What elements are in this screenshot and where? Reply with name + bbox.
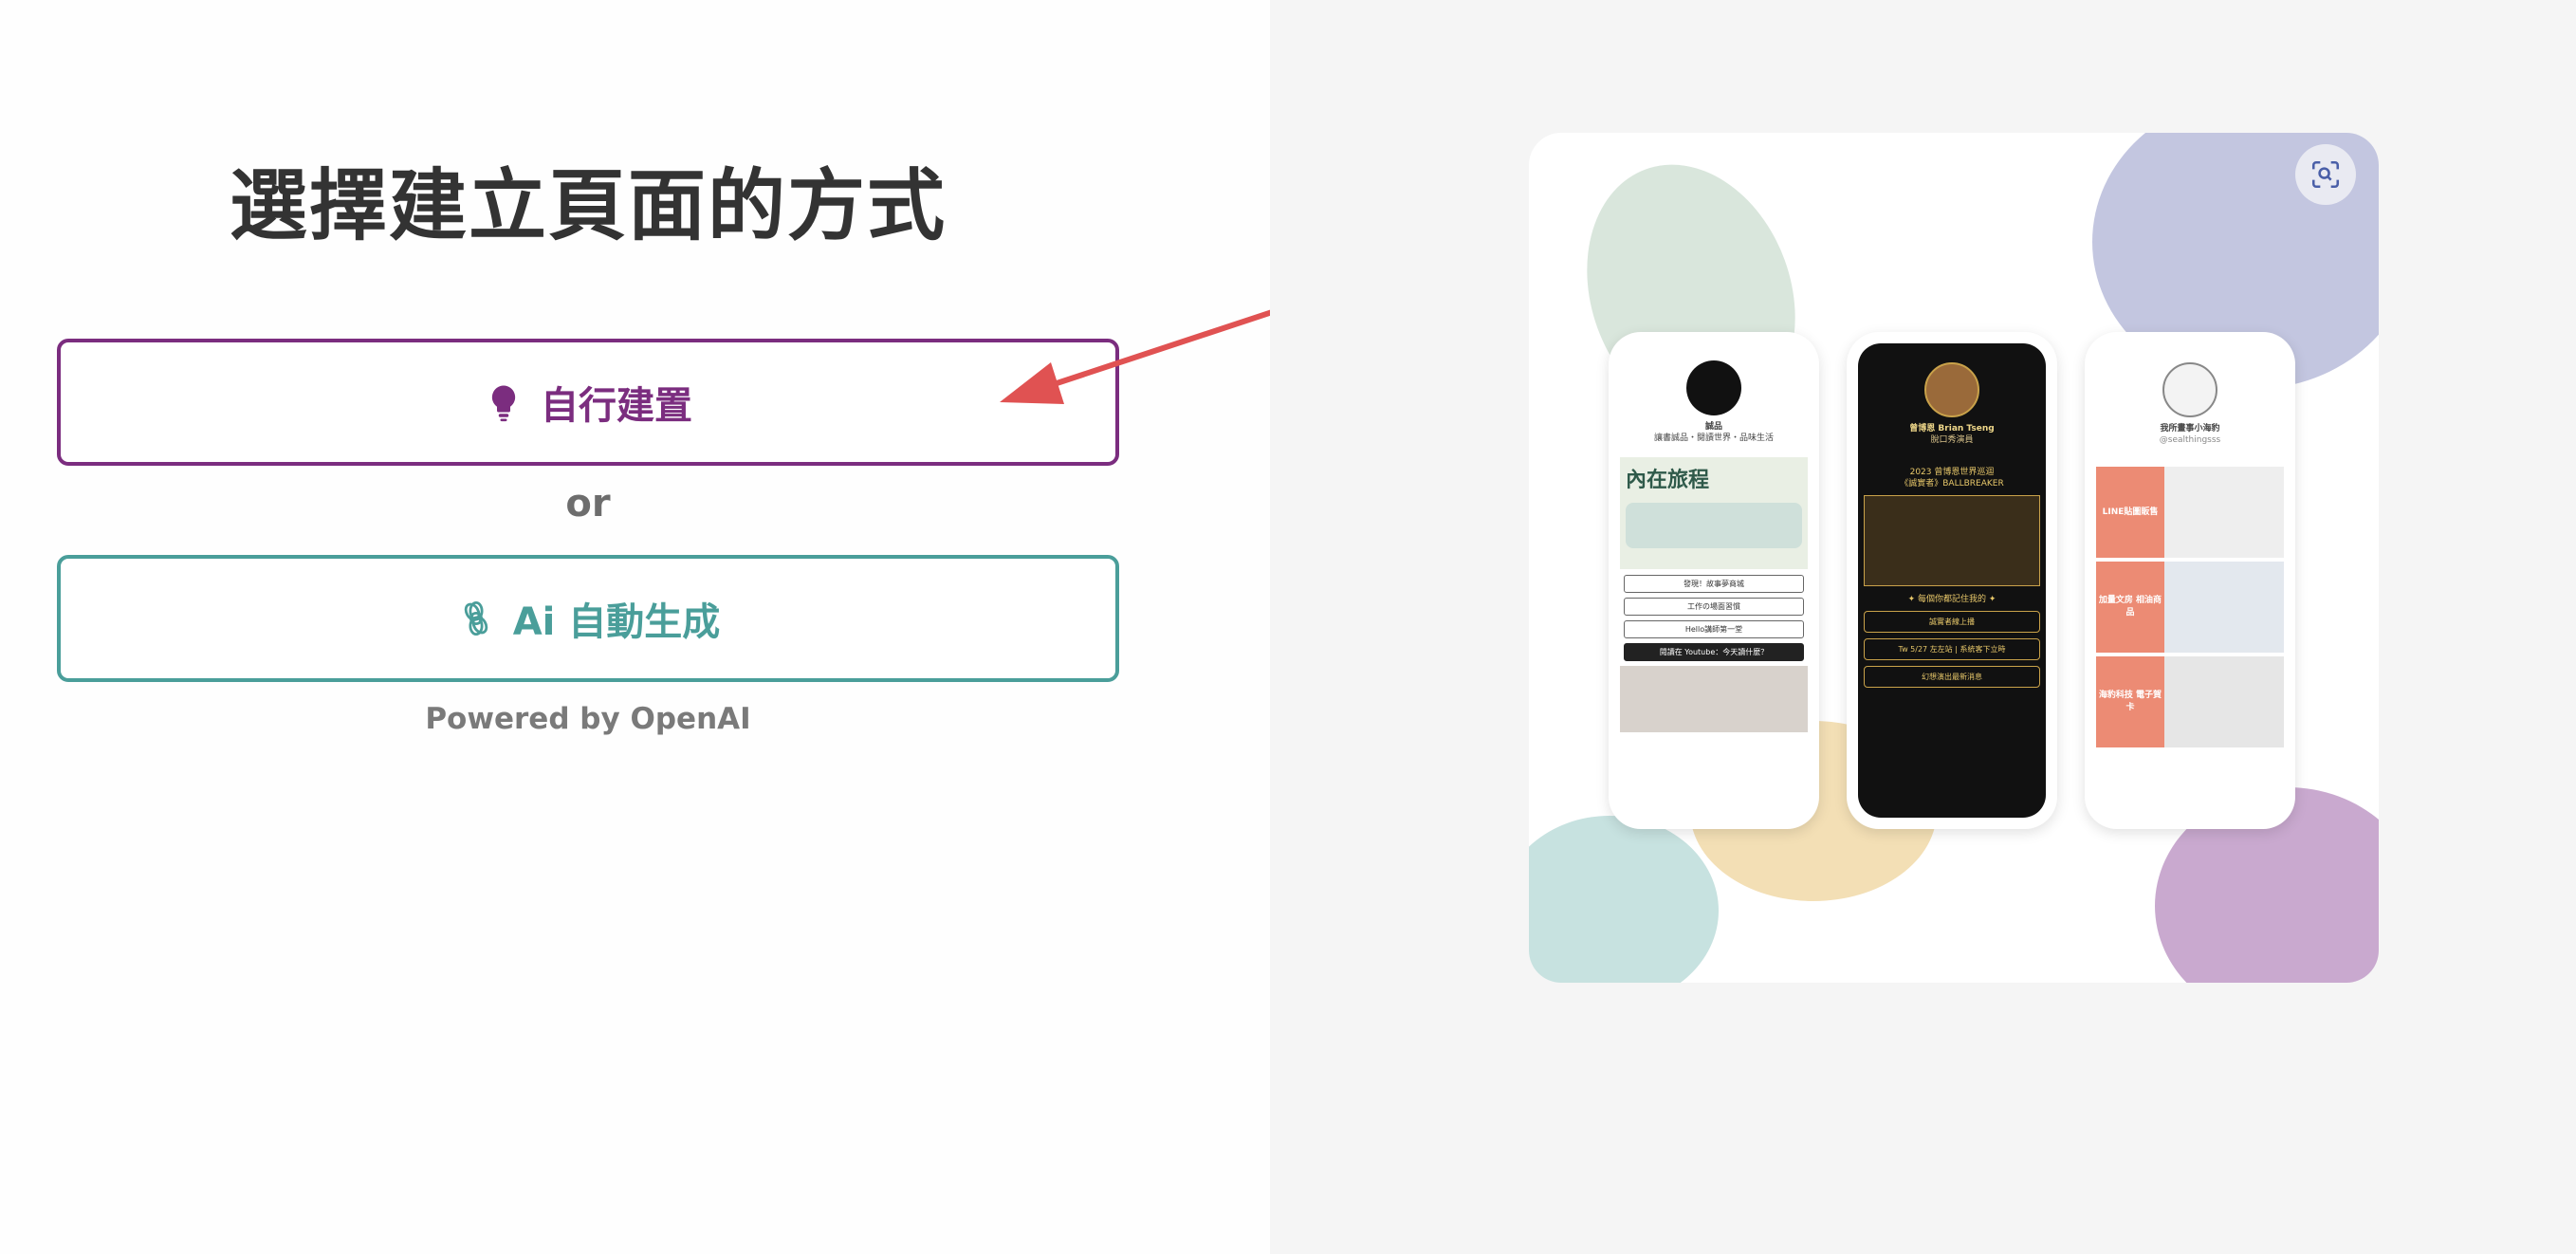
banner: 內在旅程 <box>1620 457 1808 569</box>
avatar <box>1924 362 1979 417</box>
link-button: Hello講師第一堂 <box>1624 620 1804 638</box>
profile-name: 曾博恩 Brian Tseng <box>1909 424 1995 433</box>
lightbulb-icon <box>491 385 516 422</box>
list-item: 加量文房 相油商品 <box>2096 562 2284 653</box>
link-button: 發現！故事夢商城 <box>1624 575 1804 593</box>
avatar <box>2162 362 2217 417</box>
profile-name: 誠品 <box>1704 422 1722 432</box>
profile-subtitle: 讓書誠品・閱讀世界・品味生活 <box>1653 433 1774 443</box>
tile-image <box>2164 656 2284 747</box>
manual-build-label: 自行建置 <box>541 384 692 428</box>
profile-subtitle: @sealthingsss <box>2159 435 2221 445</box>
zoom-button[interactable] <box>2295 144 2356 205</box>
decor-blob-teal <box>1529 816 1719 983</box>
openai-icon <box>464 600 488 636</box>
tile-label: 加量文房 相油商品 <box>2096 562 2164 653</box>
manual-build-button[interactable]: 自行建置 <box>57 339 1119 466</box>
list-item: 海豹科技 電子賀卡 <box>2096 656 2284 747</box>
ai-generate-label: Ai 自動生成 <box>512 600 721 644</box>
section-label: ✦ 每個你都記住我的 ✦ <box>1907 595 1996 604</box>
page-title: 選擇建立頁面的方式 <box>229 161 947 251</box>
link-button: 誠實者線上播 <box>1864 611 2040 633</box>
left-panel: 選擇建立頁面的方式 自行建置 or Ai 自動生成 Powered by Ope… <box>0 0 1462 1254</box>
link-button: 幻想演出最新消息 <box>1864 666 2040 688</box>
powered-by-openai: Powered by OpenAI <box>425 702 751 736</box>
tile-label: 海豹科技 電子賀卡 <box>2096 656 2164 747</box>
tile-image <box>2164 467 2284 558</box>
ai-generate-button[interactable]: Ai 自動生成 <box>57 555 1119 682</box>
tile-label: LINE貼圖販售 <box>2096 467 2164 558</box>
preview-image: 誠品 讓書誠品・閱讀世界・品味生活 內在旅程 發現！故事夢商城 工作の場面習慣 … <box>1529 133 2379 983</box>
tile-image <box>2164 562 2284 653</box>
profile-name: 我所畫事小海豹 <box>2160 424 2220 433</box>
or-divider: or <box>565 482 611 526</box>
video-bar: 閱讀在 Youtube：今天讀什麼？ <box>1624 643 1804 661</box>
video-thumbnail <box>1620 666 1808 732</box>
link-button: 工作の場面習慣 <box>1624 598 1804 616</box>
banner <box>1864 495 2040 586</box>
link-button: Tw 5/27 左左站 | 系統客下立時 <box>1864 638 2040 660</box>
tile-list: LINE貼圖販售 加量文房 相油商品 海豹科技 電子賀卡 <box>2096 467 2284 747</box>
banner-title: 內在旅程 <box>1626 469 1710 492</box>
banner-title: 2023 曾博恩世界巡迴 <box>1909 468 1995 477</box>
scan-zoom-icon <box>2311 160 2340 189</box>
banner-heading: 2023 曾博恩世界巡迴 《誠實者》BALLBREAKER <box>1858 467 2046 489</box>
phone-preview-3: 我所畫事小海豹 @sealthingsss LINE貼圖販售 加量文房 相油商品… <box>2085 332 2295 829</box>
profile-subtitle: 脫口秀演員 <box>1930 435 1974 445</box>
phone-preview-1: 誠品 讓書誠品・閱讀世界・品味生活 內在旅程 發現！故事夢商城 工作の場面習慣 … <box>1609 332 1819 829</box>
phone-preview-2: 曾博恩 Brian Tseng 脫口秀演員 2023 曾博恩世界巡迴 《誠實者》… <box>1847 332 2057 829</box>
banner-subtitle: 《誠實者》BALLBREAKER <box>1900 479 2004 489</box>
list-item: LINE貼圖販售 <box>2096 467 2284 558</box>
avatar <box>1686 360 1741 415</box>
